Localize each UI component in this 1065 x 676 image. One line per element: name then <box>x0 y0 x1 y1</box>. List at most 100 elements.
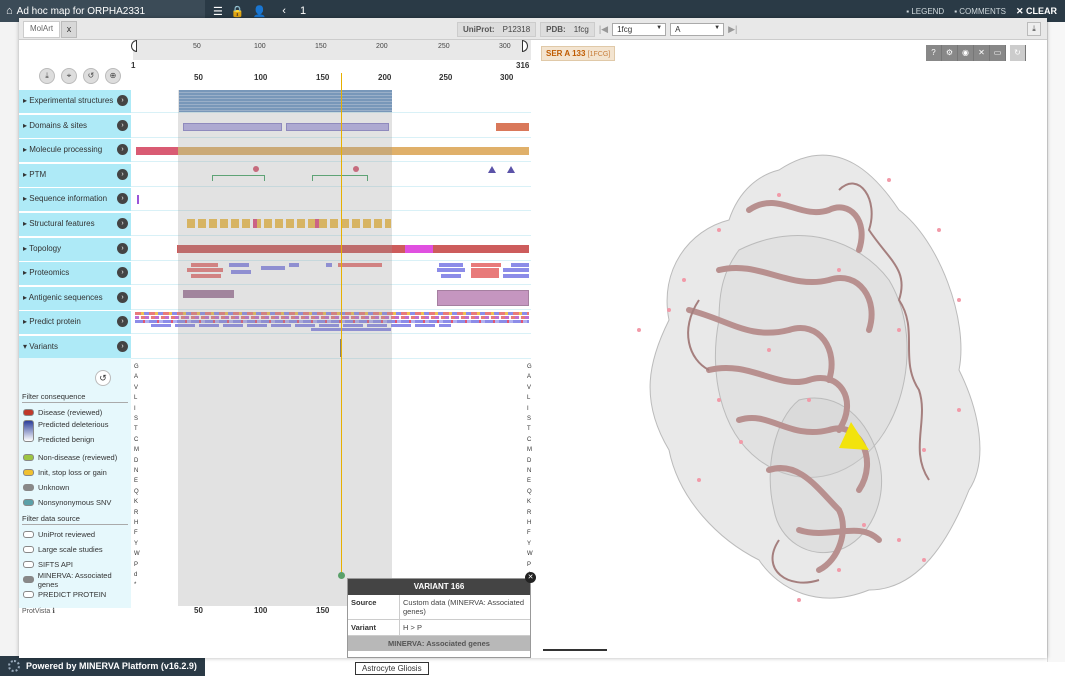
peptide-feature[interactable] <box>441 274 461 279</box>
track-label[interactable]: ▸ Structural features › <box>19 212 131 236</box>
map-background-left <box>0 22 20 662</box>
expand-arrow-icon[interactable]: › <box>117 267 128 279</box>
peptide-feature[interactable] <box>437 268 465 273</box>
water-atom <box>922 558 926 562</box>
expand-arrow-icon[interactable]: › <box>117 193 128 205</box>
map-background-right <box>1047 22 1065 662</box>
site-feature[interactable] <box>496 122 529 131</box>
glycosylation-site[interactable] <box>507 165 515 173</box>
viewer-scrollbar[interactable] <box>543 649 607 651</box>
first-structure-icon[interactable]: |◀ <box>599 24 608 35</box>
legend-label: Predicted benign <box>38 435 95 444</box>
3d-structure-viewer[interactable] <box>539 70 1045 650</box>
filter-init-stop[interactable]: Init, stop loss or gain <box>19 465 131 480</box>
comments-button[interactable]: ▪ COMMENTS <box>954 7 1006 16</box>
info-icon[interactable]: ℹ <box>52 608 55 615</box>
track-label[interactable]: ▸ Domains & sites › <box>19 114 131 138</box>
peptide-feature[interactable] <box>471 268 499 279</box>
help-icon[interactable]: ? <box>926 45 942 61</box>
fullscreen-icon[interactable]: ▭ <box>990 45 1006 61</box>
track-label[interactable]: ▸ Molecule processing › <box>19 139 131 163</box>
close-tab-button[interactable]: x <box>61 21 77 38</box>
variant-tooltip: VARIANT 166 Source Custom data (MINERVA: … <box>347 578 531 658</box>
transmembrane-region[interactable] <box>405 244 433 253</box>
zoom-icon[interactable]: ⊕ <box>105 68 121 84</box>
residue-pdb: [1FCG] <box>587 51 611 58</box>
structure-select[interactable]: 1fcg ▼ <box>612 23 667 36</box>
track-label[interactable]: ▸ Proteomics › <box>19 262 131 286</box>
amino-acid-label: W <box>527 551 533 558</box>
track-label[interactable]: ▸ Experimental structures › <box>19 90 131 113</box>
variant-marker[interactable] <box>338 572 345 579</box>
source-large-scale[interactable]: Large scale studies <box>19 542 131 557</box>
legend-button[interactable]: ▪ LEGEND <box>906 7 944 16</box>
home-icon[interactable]: ⌂ <box>6 5 13 17</box>
pin-icon[interactable]: ⌖ <box>61 68 77 84</box>
range-start-handle[interactable] <box>131 40 137 52</box>
peptide-feature[interactable] <box>511 263 529 268</box>
filter-non-disease[interactable]: Non-disease (reviewed) <box>19 450 131 465</box>
source-minerva[interactable]: MINERVA: Associated genes <box>19 571 131 589</box>
lock-icon[interactable]: 🔒 <box>231 5 245 18</box>
peptide-feature[interactable] <box>503 274 529 279</box>
sequence-feature[interactable] <box>137 195 139 205</box>
expand-arrow-icon[interactable]: › <box>117 168 128 180</box>
filter-unknown[interactable]: Unknown <box>19 480 131 495</box>
powered-by-footer: Powered by MINERVA Platform (v16.2.9) <box>0 656 205 676</box>
expand-arrow-icon[interactable]: › <box>117 144 128 156</box>
settings-icon[interactable]: ⚙ <box>942 45 958 61</box>
source-uniprot[interactable]: UniProt reviewed <box>19 527 131 542</box>
user-icon[interactable]: 👤 <box>253 5 267 18</box>
antigen-feature[interactable] <box>437 289 529 306</box>
download-structure-icon[interactable]: ⤓ <box>1027 22 1041 36</box>
refresh-icon[interactable]: ↻ <box>1010 45 1026 61</box>
close-tooltip-icon[interactable]: ✕ <box>525 572 536 583</box>
tools-icon[interactable]: ✕ <box>974 45 990 61</box>
reset-filters-icon[interactable]: ↺ <box>95 370 111 386</box>
expand-arrow-icon[interactable]: › <box>117 316 128 328</box>
cytoplasmic-region[interactable] <box>433 244 529 253</box>
map-title: Ad hoc map for ORPHA2331 <box>16 5 146 17</box>
filter-disease-reviewed[interactable]: Disease (reviewed) <box>19 405 131 420</box>
structure-coverage-highlight <box>178 90 392 606</box>
reset-icon[interactable]: ↺ <box>83 68 99 84</box>
chain-select[interactable]: A ▼ <box>670 23 725 36</box>
track-label[interactable]: ▸ PTM › <box>19 163 131 187</box>
map-node[interactable]: Astrocyte Gliosis <box>355 662 429 675</box>
amino-acid-label: C <box>527 436 532 443</box>
expand-arrow-icon[interactable]: › <box>117 119 128 131</box>
peptide-feature[interactable] <box>503 268 529 273</box>
amino-acid-label: H <box>527 520 532 526</box>
track-label[interactable]: ▸ Topology › <box>19 237 131 261</box>
clear-button[interactable]: ✕ CLEAR <box>1016 6 1057 17</box>
expand-arrow-icon[interactable]: › <box>117 217 128 229</box>
dropdown-caret-icon: ▼ <box>656 25 663 31</box>
filter-nonsynonymous[interactable]: Nonsynonymous SNV <box>19 495 131 510</box>
peptide-feature[interactable] <box>439 263 463 268</box>
glycosylation-site[interactable] <box>488 165 496 173</box>
expand-arrow-icon[interactable]: › <box>117 291 128 303</box>
back-arrow-icon[interactable]: ‹ <box>282 5 286 17</box>
clear-label: CLEAR <box>1026 5 1057 16</box>
source-predict-protein[interactable]: PREDICT PROTEIN <box>19 587 131 602</box>
filter-predicted-deleterious[interactable]: Predicted deleterious Predicted benign <box>19 420 131 450</box>
expand-arrow-icon[interactable]: › <box>117 242 128 254</box>
track-label[interactable]: ▾ Variants › <box>19 335 131 359</box>
track-label[interactable]: ▸ Predict protein › <box>19 311 131 335</box>
expand-arrow-icon[interactable]: › <box>117 95 128 106</box>
track-label[interactable]: ▸ Sequence information › <box>19 188 131 212</box>
legend-label: Non-disease (reviewed) <box>38 453 118 462</box>
tab-molart[interactable]: MolArt <box>23 21 61 38</box>
signal-peptide[interactable] <box>136 147 178 156</box>
track-label[interactable]: ▸ Antigenic sequences › <box>19 286 131 310</box>
protvista-credit[interactable]: ProtVista ℹ <box>22 607 55 615</box>
camera-icon[interactable]: ◉ <box>958 45 974 61</box>
menu-icon[interactable]: ☰ <box>213 5 223 18</box>
tooltip-value: Custom data (MINERVA: Associated genes) <box>403 598 525 616</box>
tooltip-key: Variant <box>348 620 400 635</box>
expand-arrow-icon[interactable]: › <box>117 340 128 352</box>
navigation-ruler[interactable]: 50 100 150 200 250 300 <box>133 40 531 60</box>
last-structure-icon[interactable]: ▶| <box>728 24 737 35</box>
download-icon[interactable]: ⤓ <box>39 68 55 84</box>
peptide-feature[interactable] <box>471 263 501 268</box>
